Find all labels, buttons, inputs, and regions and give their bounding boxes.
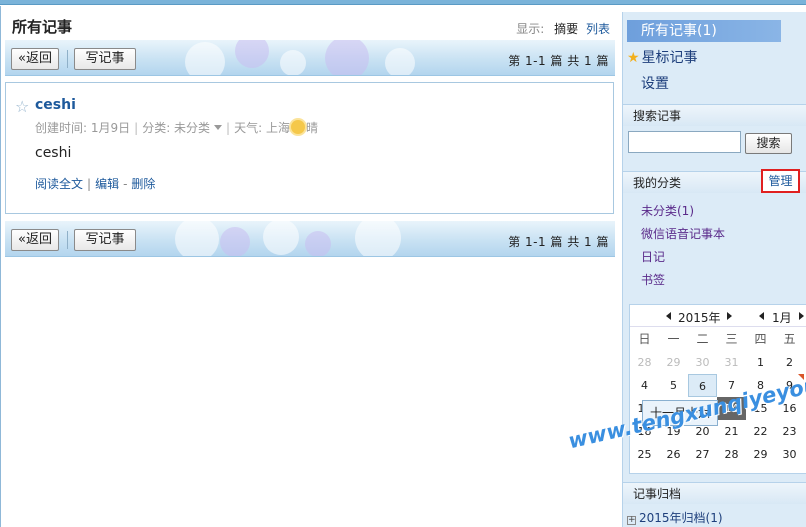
sidebar: 所有记事(1) ★ 星标记事 设置 搜索记事 搜索 我的分类 管理 未分类(1) … xyxy=(622,12,806,527)
view-summary-option[interactable]: 摘要 xyxy=(554,22,578,36)
calendar-year: 2015年 xyxy=(678,311,721,325)
category-item[interactable]: 日记 xyxy=(641,246,725,269)
category-item[interactable]: 书签 xyxy=(641,269,725,292)
edit-link[interactable]: 编辑 xyxy=(95,177,119,191)
star-icon: ★ xyxy=(627,50,640,66)
calendar-day[interactable]: 30 xyxy=(775,443,804,466)
calendar-day[interactable]: 21 xyxy=(717,420,746,443)
note-actions: 阅读全文 | 编辑 - 删除 xyxy=(35,177,156,191)
manage-categories-button[interactable]: 管理 xyxy=(761,169,800,193)
search-input[interactable] xyxy=(628,131,741,153)
calendar-day[interactable]: 28 xyxy=(630,351,659,374)
star-outline-icon[interactable]: ☆ xyxy=(15,97,29,116)
calendar-weekday: 四 xyxy=(754,332,767,346)
toolbar-divider xyxy=(67,231,68,249)
calendar-day[interactable]: 2 xyxy=(775,351,804,374)
calendar-day[interactable]: 29 xyxy=(746,443,775,466)
calendar-day[interactable]: 29 xyxy=(659,351,688,374)
expand-icon[interactable]: + xyxy=(627,516,636,525)
back-button-bottom[interactable]: «返回 xyxy=(11,229,59,251)
next-year-icon[interactable] xyxy=(727,312,732,320)
pager-text: 第 1-1 篇 共 1 篇 xyxy=(508,54,609,68)
calendar-day[interactable]: 4 xyxy=(630,374,659,397)
category-item[interactable]: 未分类(1) xyxy=(641,200,725,223)
note-title[interactable]: ceshi xyxy=(35,97,76,113)
calendar-day[interactable]: 26 xyxy=(659,443,688,466)
calendar-weekday: 五 xyxy=(783,332,796,346)
weather-condition: 晴 xyxy=(305,121,318,135)
archive-section-title: 记事归档 xyxy=(623,482,806,504)
calendar-day[interactable]: 27 xyxy=(688,443,717,466)
view-switch: 显示: 摘要 列表 xyxy=(516,20,610,37)
archive-item-label: 2015年归档(1) xyxy=(639,511,723,525)
calendar-weekday: 二 xyxy=(696,332,709,346)
note-meta: 创建时间: 1月9日 | 分类: 未分类 | 天气: 上海晴 xyxy=(35,120,318,135)
calendar-day[interactable]: 28 xyxy=(717,443,746,466)
calendar-weekday: 日 xyxy=(638,332,651,346)
main-panel: 所有记事 显示: 摘要 列表 «返回 写记事 第 1-1 篇 共 1 篇 ☆ c… xyxy=(0,6,618,527)
page-title: 所有记事 xyxy=(12,18,73,36)
search-button[interactable]: 搜索 xyxy=(745,133,792,154)
calendar-day[interactable]: 22 xyxy=(746,420,775,443)
delete-link[interactable]: 删除 xyxy=(131,177,155,191)
top-toolbar: «返回 写记事 第 1-1 篇 共 1 篇 xyxy=(5,40,615,76)
sidebar-item-settings[interactable]: 设置 xyxy=(641,73,669,93)
note-entry: ☆ ceshi 创建时间: 1月9日 | 分类: 未分类 | 天气: 上海晴 ceshi… xyxy=(5,82,614,214)
pager-text-bottom: 第 1-1 篇 共 1 篇 xyxy=(508,235,609,249)
write-note-button[interactable]: 写记事 xyxy=(74,48,136,70)
calendar-day[interactable]: 30 xyxy=(688,351,717,374)
archive-item-2015[interactable]: +2015年归档(1) xyxy=(627,509,723,526)
calendar-day[interactable]: 6 xyxy=(688,374,717,397)
toolbar-divider xyxy=(67,50,68,68)
note-content: ceshi xyxy=(35,145,72,161)
view-label: 显示: xyxy=(516,22,545,36)
sun-icon xyxy=(290,120,305,134)
bottom-toolbar: «返回 写记事 第 1-1 篇 共 1 篇 xyxy=(5,221,615,257)
calendar-day[interactable]: 25 xyxy=(630,443,659,466)
sidebar-item-starred[interactable]: ★ 星标记事 xyxy=(627,47,698,67)
prev-year-icon[interactable] xyxy=(666,312,671,320)
sidebar-item-label: 星标记事 xyxy=(641,50,698,66)
calendar-day[interactable]: 23 xyxy=(775,420,804,443)
prev-month-icon[interactable] xyxy=(759,312,764,320)
page-header: 所有记事 显示: 摘要 列表 xyxy=(1,6,618,40)
write-note-button-bottom[interactable]: 写记事 xyxy=(74,229,136,251)
top-border xyxy=(0,0,806,5)
calendar-header: 2015年 1月 xyxy=(630,305,806,327)
calendar-weekday: 一 xyxy=(667,332,680,346)
sidebar-item-all-notes[interactable]: 所有记事(1) xyxy=(627,20,781,42)
back-button[interactable]: «返回 xyxy=(11,48,59,70)
calendar-month: 1月 xyxy=(772,311,792,325)
next-month-icon[interactable] xyxy=(799,312,804,320)
weather-location: 天气: 上海 xyxy=(234,121,290,135)
chevron-down-icon[interactable] xyxy=(214,125,223,130)
view-list-option[interactable]: 列表 xyxy=(586,22,610,36)
calendar-day[interactable]: 31 xyxy=(717,351,746,374)
calendar-day[interactable]: 1 xyxy=(746,351,775,374)
category-label[interactable]: 分类: 未分类 xyxy=(142,121,210,135)
category-item[interactable]: 微信语音记事本 xyxy=(641,223,725,246)
calendar-day[interactable]: 5 xyxy=(659,374,688,397)
calendar-weekday: 三 xyxy=(725,332,738,346)
created-time: 创建时间: 1月9日 xyxy=(35,121,131,135)
search-section-title: 搜索记事 xyxy=(623,104,806,126)
read-all-link[interactable]: 阅读全文 xyxy=(35,177,83,191)
category-list: 未分类(1) 微信语音记事本 日记 书签 xyxy=(641,200,725,292)
